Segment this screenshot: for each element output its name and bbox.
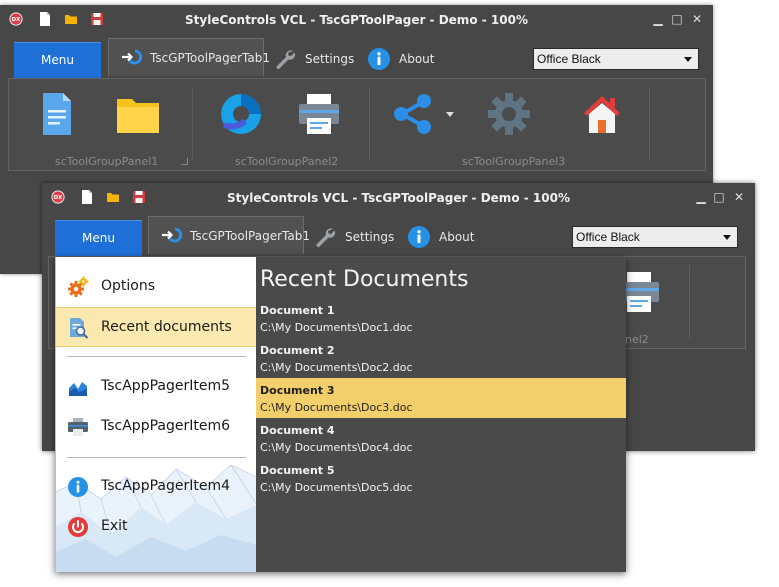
close-button[interactable]: ✕ [690, 12, 704, 26]
menu-button[interactable]: Menu [55, 220, 142, 256]
app-pager-menu: Options Recent documents TscAppPagerItem… [55, 257, 626, 572]
tab-arrow-icon [121, 48, 143, 66]
recent-document-item[interactable]: Document 5 C:\My Documents\Doc5.doc [256, 458, 626, 498]
wrench-icon [273, 47, 297, 71]
recent-documents-icon [67, 317, 89, 339]
share-dropdown-icon[interactable] [446, 112, 454, 117]
minimize-button[interactable]: ▁ [651, 12, 665, 26]
group-label-2: scToolGroupPanel2 [235, 155, 339, 168]
minimize-button[interactable]: ▁ [694, 190, 708, 204]
window-title: StyleControls VCL - TscGPToolPager - Dem… [227, 191, 570, 205]
folder-icon[interactable] [115, 91, 161, 137]
chart-icon[interactable] [218, 91, 264, 137]
pager-nav: Options Recent documents TscAppPagerItem… [55, 257, 256, 572]
title-bar: StyleControls VCL - TscGPToolPager - Dem… [0, 5, 713, 35]
style-select[interactable]: Office Black [572, 226, 738, 248]
group-launcher-icon[interactable] [181, 158, 188, 165]
pager-item-6[interactable]: TscAppPagerItem6 [56, 407, 256, 447]
area-chart-icon [67, 376, 89, 398]
info-icon [367, 47, 391, 71]
window-title: StyleControls VCL - TscGPToolPager - Dem… [185, 13, 528, 27]
recent-document-item[interactable]: Document 4 C:\My Documents\Doc4.doc [256, 418, 626, 458]
pager-divider [67, 356, 246, 357]
tab-about[interactable]: About [407, 225, 477, 249]
power-icon [67, 516, 89, 538]
ribbon-panel: scToolGroupPanel1 scToolGroupPanel2 scTo… [8, 78, 706, 171]
chevron-down-icon [684, 57, 692, 62]
menu-button[interactable]: Menu [14, 42, 101, 78]
group-label-3: scToolGroupPanel3 [462, 155, 566, 168]
pager-item-exit[interactable]: Exit [56, 507, 256, 547]
home-icon[interactable] [579, 91, 625, 137]
tab-tscgptoolpagertab1[interactable]: TscGPToolPagerTab1 [108, 38, 270, 76]
pager-item-5[interactable]: TscAppPagerItem5 [56, 367, 256, 407]
tab-settings[interactable]: Settings [313, 225, 394, 249]
info-icon [67, 476, 89, 498]
wrench-icon [313, 225, 337, 249]
printer-icon [67, 416, 89, 438]
gear-icon[interactable] [486, 91, 532, 137]
recent-documents-panel: Recent Documents Document 1 C:\My Docume… [256, 257, 626, 572]
tab-settings[interactable]: Settings [273, 47, 354, 71]
pager-item-4[interactable]: TscAppPagerItem4 [56, 467, 256, 507]
group-label-partial: nel2 [625, 333, 649, 346]
style-select[interactable]: Office Black [533, 48, 699, 70]
options-gears-icon [67, 276, 89, 298]
pager-item-recent-documents[interactable]: Recent documents [56, 307, 256, 347]
tab-arrow-icon [161, 226, 183, 244]
recent-documents-title: Recent Documents [260, 267, 469, 292]
group-divider [689, 265, 690, 339]
maximize-button[interactable]: □ [712, 190, 726, 204]
recent-document-item[interactable]: Document 2 C:\My Documents\Doc2.doc [256, 338, 626, 378]
share-icon[interactable] [390, 91, 436, 137]
group-divider [649, 87, 650, 161]
title-bar: StyleControls VCL - TscGPToolPager - Dem… [42, 183, 755, 213]
chevron-down-icon [723, 235, 731, 240]
maximize-button[interactable]: □ [670, 12, 684, 26]
info-icon [407, 225, 431, 249]
tab-tscgptoolpagertab1[interactable]: TscGPToolPagerTab1 [148, 216, 310, 254]
pager-item-options[interactable]: Options [56, 267, 256, 307]
group-label-1: scToolGroupPanel1 [55, 155, 159, 168]
tab-about[interactable]: About [367, 47, 437, 71]
group-divider [369, 87, 370, 161]
document-icon[interactable] [34, 91, 80, 137]
recent-document-item-selected[interactable]: Document 3 C:\My Documents\Doc3.doc [256, 378, 626, 418]
pager-divider [67, 457, 246, 458]
close-button[interactable]: ✕ [732, 190, 746, 204]
printer-icon[interactable] [296, 91, 342, 137]
recent-document-item[interactable]: Document 1 C:\My Documents\Doc1.doc [256, 298, 626, 338]
group-divider [192, 87, 193, 161]
